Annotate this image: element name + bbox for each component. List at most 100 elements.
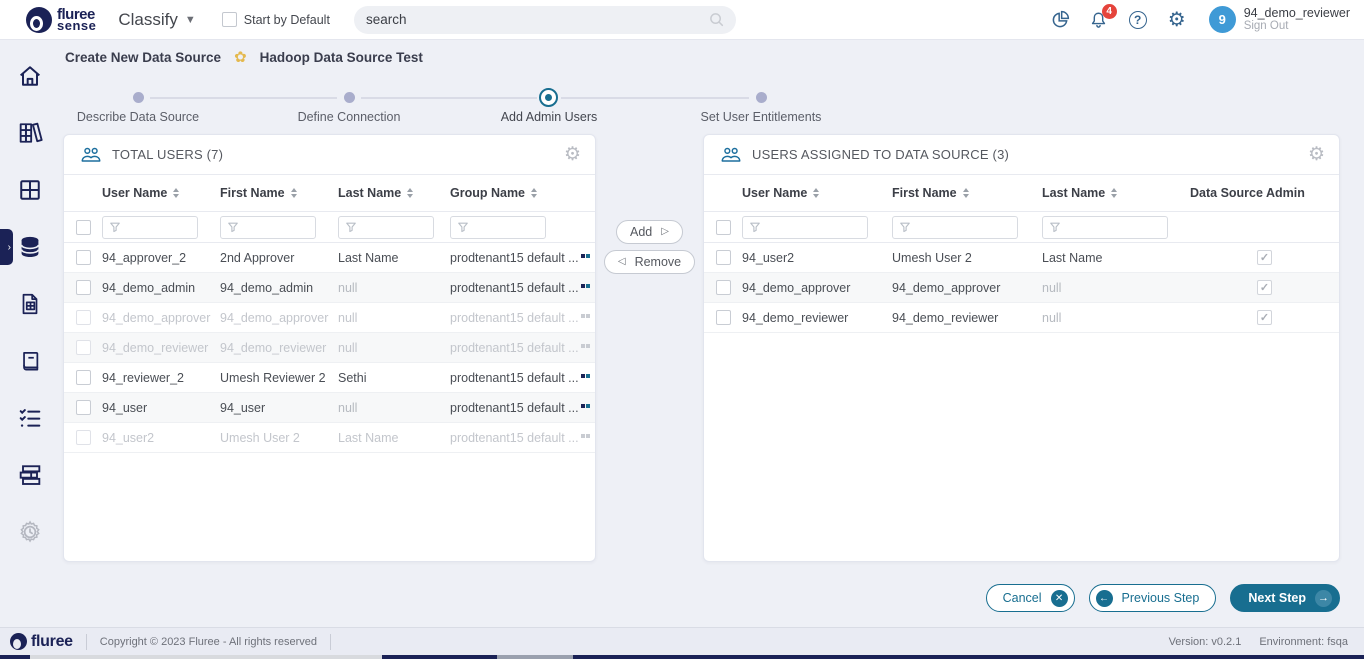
row-checkbox[interactable] bbox=[76, 370, 91, 385]
admin-cell bbox=[1190, 250, 1339, 265]
sidebar-item-home[interactable] bbox=[14, 60, 46, 92]
table-cell: Sethi bbox=[338, 371, 450, 385]
footer-logo-text: fluree bbox=[31, 633, 73, 651]
start-by-default-checkbox[interactable] bbox=[222, 12, 237, 27]
column-header-label: User Name bbox=[102, 186, 167, 200]
sort-icon bbox=[963, 188, 969, 198]
filter-funnel-icon bbox=[345, 221, 357, 233]
table-cell: prodtenant15 default ... bbox=[450, 401, 595, 415]
filter-funnel-icon bbox=[899, 221, 911, 233]
step-dot-2[interactable] bbox=[344, 92, 355, 103]
column-header-data-source-admin[interactable]: Data Source Admin bbox=[1190, 186, 1339, 200]
previous-step-button[interactable]: ← Previous Step bbox=[1089, 584, 1217, 612]
filter-cell bbox=[102, 216, 220, 239]
top-bar: fluree sense Classify ▼ Start by Default… bbox=[0, 0, 1364, 40]
table-cell: prodtenant15 default ... bbox=[450, 311, 595, 325]
column-header-first-name[interactable]: First Name bbox=[220, 186, 338, 200]
row-checkbox[interactable] bbox=[76, 280, 91, 295]
table-row[interactable]: 94_approver_22nd ApproverLast Nameprodte… bbox=[64, 243, 595, 273]
row-overflow-icon bbox=[581, 254, 591, 258]
add-button[interactable]: Add ▷ bbox=[616, 220, 683, 244]
filter-input[interactable] bbox=[1042, 216, 1168, 239]
table-cell: null bbox=[1042, 311, 1190, 325]
row-checkbox-cell bbox=[704, 310, 742, 325]
row-checkbox[interactable] bbox=[716, 250, 731, 265]
column-header-last-name[interactable]: Last Name bbox=[338, 186, 450, 200]
table-row[interactable]: 94_user94_usernullprodtenant15 default .… bbox=[64, 393, 595, 423]
row-checkbox[interactable] bbox=[76, 250, 91, 265]
select-all-checkbox[interactable] bbox=[76, 220, 91, 235]
row-overflow-icon bbox=[581, 344, 591, 348]
stack-bricks-icon bbox=[16, 461, 44, 489]
table-row[interactable]: 94_user2Umesh User 2Last Name bbox=[704, 243, 1339, 273]
sidebar-item-tasks[interactable] bbox=[14, 402, 46, 434]
search-input[interactable] bbox=[366, 12, 701, 27]
table-cell: prodtenant15 default ... bbox=[450, 341, 595, 355]
table-cell: null bbox=[338, 311, 450, 325]
step-dot-4[interactable] bbox=[756, 92, 767, 103]
row-checkbox[interactable] bbox=[716, 310, 731, 325]
breadcrumb-parent[interactable]: Create New Data Source bbox=[65, 50, 221, 65]
main-content: Create New Data Source ✿ Hadoop Data Sou… bbox=[60, 40, 1364, 627]
table-settings-gear-icon[interactable]: ⚙ bbox=[1308, 145, 1325, 164]
notifications-bell-icon[interactable]: 4 bbox=[1088, 9, 1110, 31]
table-row[interactable]: 94_demo_approver94_demo_approvernull bbox=[704, 273, 1339, 303]
row-checkbox bbox=[76, 340, 91, 355]
column-header-first-name[interactable]: First Name bbox=[892, 186, 1042, 200]
select-all-checkbox[interactable] bbox=[716, 220, 731, 235]
filter-funnel-icon bbox=[457, 221, 469, 233]
sort-icon bbox=[291, 188, 297, 198]
table-cell: Last Name bbox=[1042, 251, 1190, 265]
logo-line2: sense bbox=[57, 20, 96, 31]
column-header-user-name[interactable]: User Name bbox=[742, 186, 892, 200]
notification-badge: 4 bbox=[1102, 4, 1117, 19]
sidebar-item-reports[interactable] bbox=[14, 288, 46, 320]
users-group-icon bbox=[80, 145, 102, 165]
table-cell: 94_user2 bbox=[102, 431, 220, 445]
chevron-down-icon: ▼ bbox=[185, 14, 196, 26]
table-cell: 94_demo_approver bbox=[742, 281, 892, 295]
search-bar[interactable] bbox=[354, 6, 736, 34]
settings-gear-icon[interactable]: ⚙ bbox=[1166, 9, 1188, 31]
filter-input[interactable] bbox=[102, 216, 198, 239]
usage-chart-icon[interactable] bbox=[1049, 9, 1071, 31]
add-button-label: Add bbox=[630, 225, 652, 239]
table-settings-gear-icon[interactable]: ⚙ bbox=[564, 145, 581, 164]
next-step-button[interactable]: Next Step → bbox=[1230, 584, 1340, 612]
sidebar-item-glossary[interactable] bbox=[14, 345, 46, 377]
filter-input[interactable] bbox=[338, 216, 434, 239]
classify-menu[interactable]: Classify ▼ bbox=[118, 10, 195, 30]
footer-divider bbox=[330, 634, 331, 650]
sidebar-nav: › bbox=[0, 40, 60, 627]
help-icon[interactable]: ? bbox=[1127, 9, 1149, 31]
column-header-user-name[interactable]: User Name bbox=[102, 186, 220, 200]
row-checkbox-cell bbox=[64, 310, 102, 325]
transfer-controls: Add ▷ ◁ Remove bbox=[596, 134, 703, 562]
step-dot-3[interactable] bbox=[539, 88, 558, 107]
table-row[interactable]: 94_reviewer_2Umesh Reviewer 2Sethiprodte… bbox=[64, 363, 595, 393]
select-all-cell bbox=[704, 220, 742, 235]
column-header-last-name[interactable]: Last Name bbox=[1042, 186, 1190, 200]
table-row[interactable]: 94_demo_admin94_demo_adminnullprodtenant… bbox=[64, 273, 595, 303]
user-avatar[interactable]: 9 bbox=[1209, 6, 1236, 33]
sidebar-item-scheduler[interactable] bbox=[14, 516, 46, 548]
table-cell: 2nd Approver bbox=[220, 251, 338, 265]
sidebar-item-catalog[interactable] bbox=[14, 174, 46, 206]
filter-funnel-icon bbox=[227, 221, 239, 233]
filter-input[interactable] bbox=[742, 216, 868, 239]
cancel-button[interactable]: Cancel ✕ bbox=[986, 584, 1075, 612]
row-checkbox[interactable] bbox=[716, 280, 731, 295]
remove-button[interactable]: ◁ Remove bbox=[604, 250, 695, 274]
step-dot-1[interactable] bbox=[133, 92, 144, 103]
column-header-group-name[interactable]: Group Name bbox=[450, 186, 595, 200]
filter-funnel-icon bbox=[109, 221, 121, 233]
sidebar-item-data-sources[interactable]: › bbox=[14, 231, 46, 263]
filter-input[interactable] bbox=[892, 216, 1018, 239]
row-checkbox[interactable] bbox=[76, 400, 91, 415]
data-source-admin-checkbox bbox=[1257, 250, 1272, 265]
table-row[interactable]: 94_demo_reviewer94_demo_reviewernull bbox=[704, 303, 1339, 333]
filter-input[interactable] bbox=[220, 216, 316, 239]
sidebar-item-stacks[interactable] bbox=[14, 459, 46, 491]
sign-out-link[interactable]: Sign Out bbox=[1244, 20, 1350, 33]
filter-input[interactable] bbox=[450, 216, 546, 239]
